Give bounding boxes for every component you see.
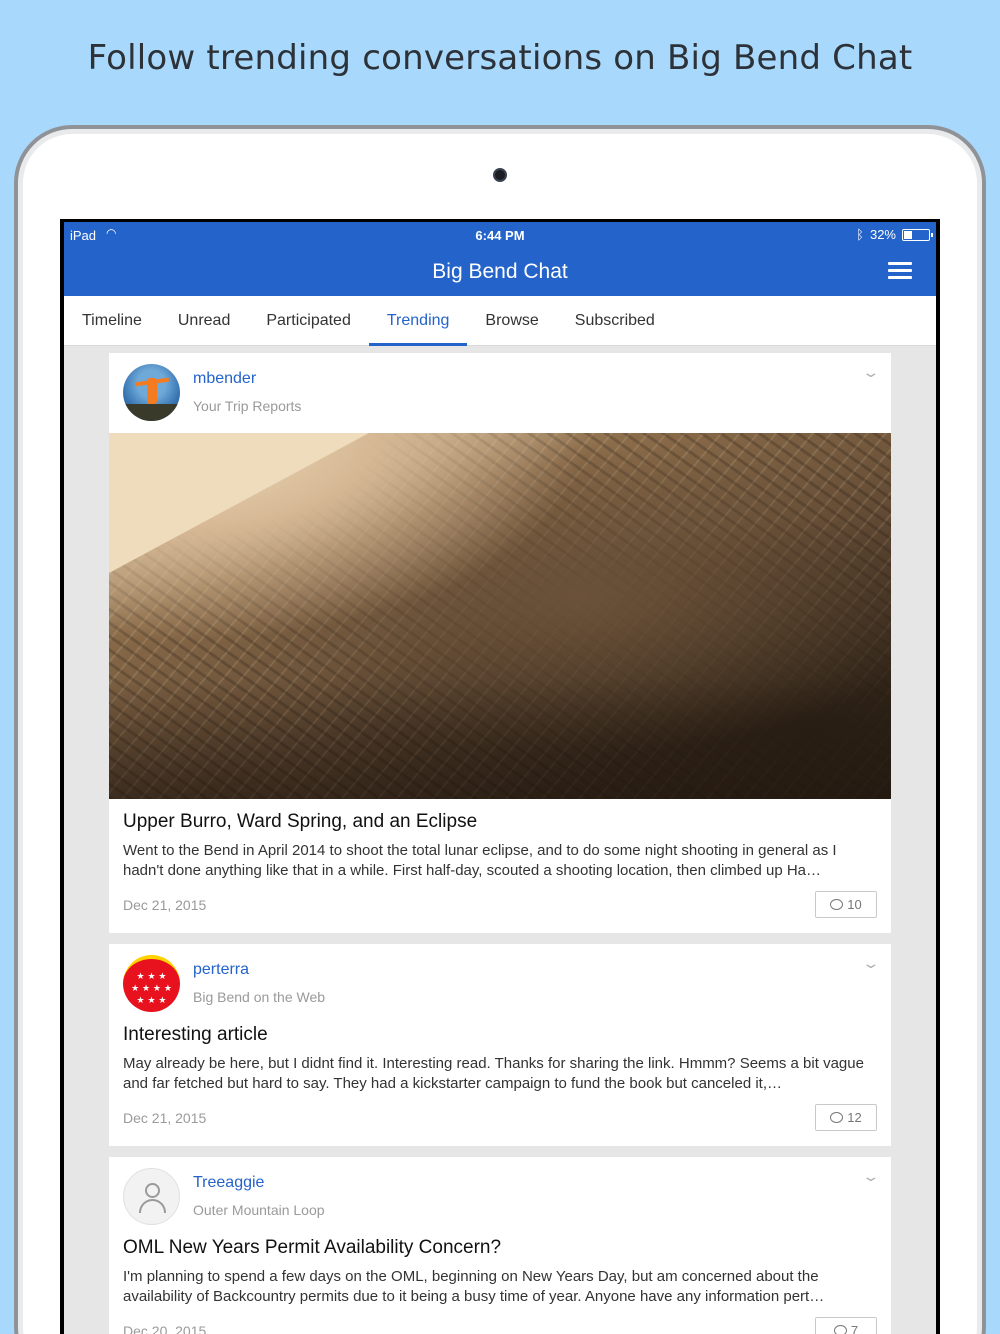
chevron-down-icon[interactable]: ⌄ [862, 365, 881, 381]
username-link[interactable]: perterra [193, 961, 249, 979]
status-bar: iPad ◠ 6:44 PM ᛒ 32% [64, 222, 936, 248]
topic-feed: mbender Your Trip Reports ⌄ Upper Burro,… [109, 353, 891, 1334]
card-header: Treeaggie Outer Mountain Loop ⌄ [109, 1157, 891, 1237]
post-date: Dec 20, 2015 [123, 1323, 207, 1334]
comment-bubble-icon [830, 1112, 844, 1123]
chevron-down-icon[interactable]: ⌄ [862, 1169, 881, 1185]
status-right: ᛒ 32% [856, 227, 933, 242]
bluetooth-icon: ᛒ [856, 227, 864, 242]
reply-count: 12 [847, 1110, 862, 1125]
username-link[interactable]: mbender [193, 370, 256, 388]
comment-bubble-icon [833, 1325, 847, 1334]
app-title: Big Bend Chat [432, 260, 568, 283]
topic-title[interactable]: OML New Years Permit Availability Concer… [123, 1237, 877, 1259]
avatar[interactable] [123, 364, 180, 421]
navigation-bar: iPad ◠ 6:44 PM ᛒ 32% Big Bend Chat [64, 222, 936, 296]
reply-count: 10 [847, 897, 862, 912]
reply-count: 7 [850, 1323, 859, 1334]
battery-icon [902, 228, 933, 241]
tab-trending[interactable]: Trending [368, 296, 468, 346]
topic-title[interactable]: Upper Burro, Ward Spring, and an Eclipse [123, 811, 877, 833]
tab-browse[interactable]: Browse [467, 296, 556, 345]
tab-subscribed[interactable]: Subscribed [557, 296, 673, 345]
topic-title[interactable]: Interesting article [123, 1024, 877, 1046]
reply-count-button[interactable]: 12 [815, 1104, 877, 1131]
card-footer: Dec 21, 2015 10 [123, 891, 877, 921]
topic-excerpt: Went to the Bend in April 2014 to shoot … [123, 842, 837, 879]
post-date: Dec 21, 2015 [123, 897, 207, 913]
topic-card[interactable]: ★ ★ ★ ★ ★ ★ ★ ★ ★ ★ perterra Big Bend on t… [109, 944, 891, 1146]
forum-name: Big Bend on the Web [193, 989, 326, 1005]
card-footer: Dec 21, 2015 12 [123, 1104, 877, 1134]
battery-level [904, 230, 912, 239]
reply-count-button[interactable]: 10 [815, 891, 877, 918]
tab-participated[interactable]: Participated [248, 296, 369, 345]
clock: 6:44 PM [475, 228, 525, 243]
forum-name: Outer Mountain Loop [193, 1202, 325, 1218]
post-image[interactable] [109, 433, 891, 799]
username-link[interactable]: Treeaggie [193, 1174, 264, 1192]
tab-unread[interactable]: Unread [160, 296, 248, 345]
topic-card[interactable]: Treeaggie Outer Mountain Loop ⌄ OML New … [109, 1157, 891, 1334]
post-date: Dec 21, 2015 [123, 1110, 207, 1126]
app-view: iPad ◠ 6:44 PM ᛒ 32% Big Bend Chat Timel… [64, 222, 936, 1334]
topic-excerpt: May already be here, but I didnt find it… [123, 1055, 864, 1092]
hamburger-menu-icon[interactable] [888, 262, 912, 280]
card-header: mbender Your Trip Reports ⌄ [109, 353, 891, 433]
topic-card[interactable]: mbender Your Trip Reports ⌄ Upper Burro,… [109, 353, 891, 933]
camera-icon [493, 168, 507, 182]
reply-count-button[interactable]: 7 [815, 1317, 877, 1334]
forum-name: Your Trip Reports [193, 398, 302, 414]
chevron-down-icon[interactable]: ⌄ [862, 956, 881, 972]
comment-bubble-icon [830, 899, 844, 910]
card-header: ★ ★ ★ ★ ★ ★ ★ ★ ★ ★ perterra Big Bend on t… [109, 944, 891, 1024]
card-footer: Dec 20, 2015 7 [123, 1317, 877, 1334]
default-avatar-icon[interactable] [123, 1168, 180, 1225]
avatar[interactable]: ★ ★ ★ ★ ★ ★ ★ ★ ★ ★ [123, 955, 180, 1012]
device-screen: iPad ◠ 6:44 PM ᛒ 32% Big Bend Chat Timel… [60, 219, 940, 1334]
topic-excerpt: I'm planning to spend a few days on the … [123, 1268, 825, 1305]
battery-percent: 32% [869, 227, 896, 242]
promo-headline: Follow trending conversations on Big Ben… [87, 38, 913, 78]
tab-bar: Timeline Unread Participated Trending Br… [64, 296, 936, 346]
tab-timeline[interactable]: Timeline [64, 296, 160, 345]
